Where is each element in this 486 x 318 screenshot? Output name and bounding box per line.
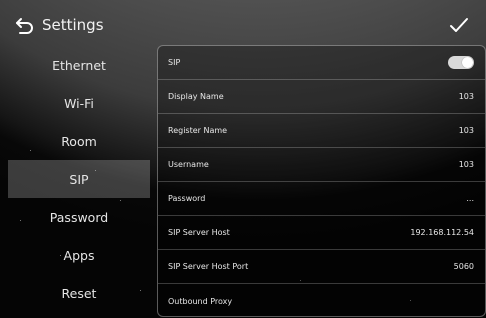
username-value: 103 — [458, 160, 474, 169]
display-name-label: Display Name — [168, 92, 224, 101]
password-label: Password — [168, 194, 206, 203]
register-name-row[interactable]: Register Name 103 — [158, 114, 485, 148]
sidebar-item-password[interactable]: Password — [8, 198, 150, 236]
sidebar-item-wifi[interactable]: Wi-Fi — [8, 84, 150, 122]
page-title: Settings — [42, 16, 104, 34]
username-label: Username — [168, 160, 209, 169]
username-row[interactable]: Username 103 — [158, 148, 485, 182]
sip-server-port-label: SIP Server Host Port — [168, 262, 249, 271]
sidebar-item-sip[interactable]: SIP — [8, 160, 150, 198]
sidebar-item-apps[interactable]: Apps — [8, 236, 150, 274]
outbound-proxy-row[interactable]: Outbound Proxy — [158, 284, 485, 318]
sip-server-port-value: 5060 — [453, 262, 474, 271]
display-name-row[interactable]: Display Name 103 — [158, 80, 485, 114]
register-name-label: Register Name — [168, 126, 228, 135]
sidebar-item-room[interactable]: Room — [8, 122, 150, 160]
password-value: ... — [466, 194, 474, 203]
sip-server-port-row[interactable]: SIP Server Host Port 5060 — [158, 250, 485, 284]
checkmark-icon[interactable] — [448, 14, 470, 36]
display-name-value: 103 — [458, 92, 474, 101]
sip-enable-row[interactable]: SIP — [158, 46, 485, 80]
sip-server-host-label: SIP Server Host — [168, 228, 230, 237]
sip-enable-label: SIP — [168, 58, 181, 67]
sidebar-item-ethernet[interactable]: Ethernet — [8, 46, 150, 84]
back-arrow-icon[interactable] — [14, 14, 36, 36]
sip-server-host-value: 192.168.112.54 — [410, 228, 474, 237]
header-bar: Settings — [0, 0, 486, 46]
settings-sidebar: Ethernet Wi-Fi Room SIP Password Apps Re… — [8, 46, 150, 312]
sidebar-item-reset[interactable]: Reset — [8, 274, 150, 312]
sip-server-host-row[interactable]: SIP Server Host 192.168.112.54 — [158, 216, 485, 250]
password-row[interactable]: Password ... — [158, 182, 485, 216]
sip-enable-toggle[interactable] — [448, 56, 474, 69]
register-name-value: 103 — [458, 126, 474, 135]
outbound-proxy-label: Outbound Proxy — [168, 296, 233, 306]
sip-settings-panel: SIP Display Name 103 Register Name 103 U… — [157, 45, 486, 317]
